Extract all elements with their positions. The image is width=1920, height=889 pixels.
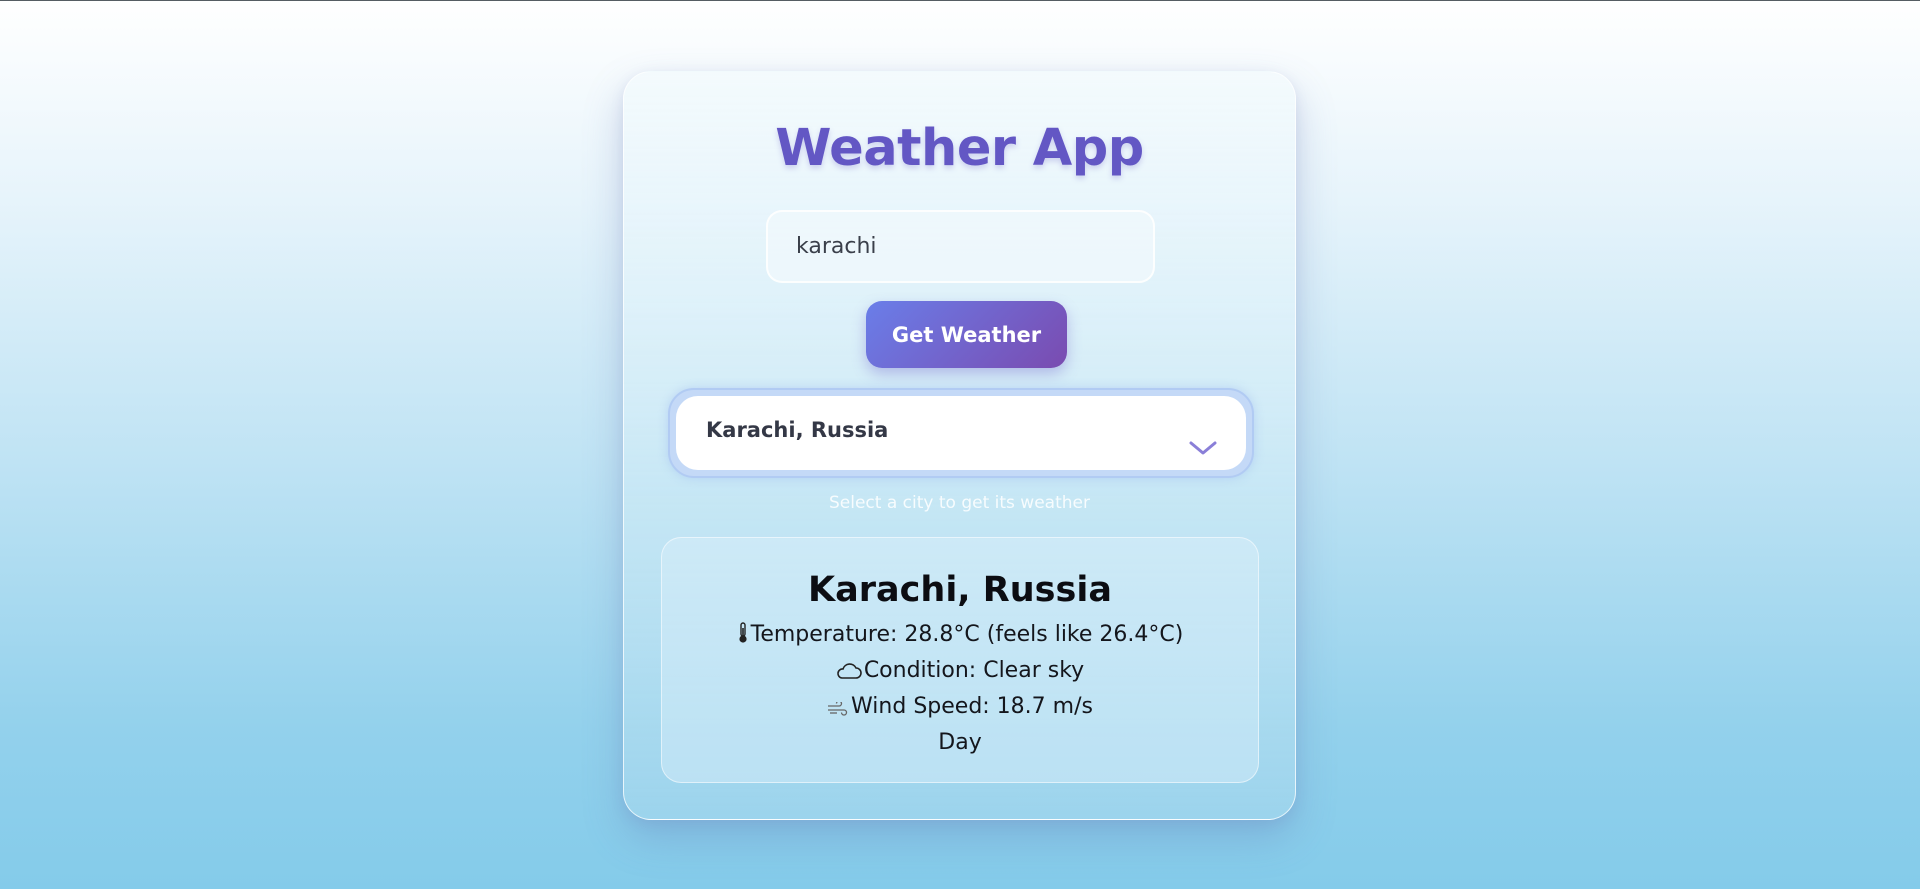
city-select-focus-ring: Karachi, Russia — [668, 388, 1254, 478]
chevron-down-icon — [1189, 441, 1217, 455]
condition-text: Condition: Clear sky — [863, 658, 1085, 683]
page-title: Weather App — [775, 119, 1144, 178]
city-select-value: Karachi, Russia — [706, 418, 889, 442]
result-city-name: Karachi, Russia — [808, 570, 1112, 610]
thermometer-icon — [739, 622, 747, 643]
temperature-row: Temperature: 28.8°C (feels like 26.4°C) — [662, 622, 1258, 647]
wind-icon — [828, 702, 848, 716]
wind-row: Wind Speed: 18.7 m/s — [662, 694, 1258, 719]
condition-row: Condition: Clear sky — [662, 658, 1258, 683]
weather-card: Weather App Get Weather Karachi, Russia … — [623, 71, 1296, 820]
daypart-text: Day — [938, 730, 982, 755]
top-border-line — [0, 0, 1920, 1]
weather-result-panel: Karachi, Russia Temperature: 28.8°C (fee… — [661, 537, 1259, 783]
city-select-hint: Select a city to get its weather — [829, 493, 1090, 513]
cloud-icon — [836, 663, 862, 679]
city-search-input[interactable] — [766, 210, 1155, 283]
city-select-dropdown[interactable]: Karachi, Russia — [676, 396, 1246, 470]
get-weather-button[interactable]: Get Weather — [866, 301, 1067, 368]
wind-text: Wind Speed: 18.7 m/s — [851, 694, 1093, 719]
temperature-text: Temperature: 28.8°C (feels like 26.4°C) — [750, 622, 1184, 647]
